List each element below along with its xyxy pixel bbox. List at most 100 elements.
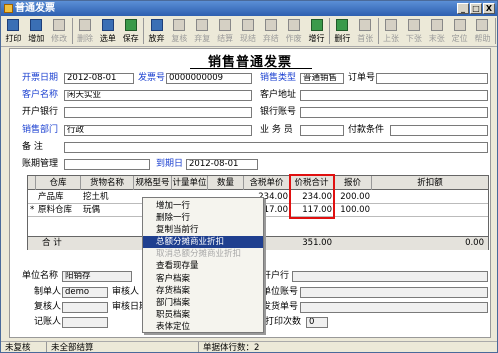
toolbar-icon xyxy=(476,19,489,31)
rechecker-field[interactable] xyxy=(62,302,108,313)
account-field[interactable] xyxy=(300,107,488,118)
col-warehouse[interactable]: 仓库 xyxy=(36,176,81,190)
menu-item-5[interactable]: 查看现存量 xyxy=(143,260,263,272)
col-unit[interactable]: 计量单位 xyxy=(172,176,208,190)
toolbar-button-9[interactable]: 结算 xyxy=(214,16,237,47)
cell-warehouse[interactable]: 产品库 xyxy=(36,191,81,203)
col-spec[interactable]: 规格型号 xyxy=(134,176,172,190)
toolbar-separator xyxy=(143,18,145,44)
toolbar-button-20[interactable]: 帮助 xyxy=(471,16,494,47)
due-date-field[interactable]: 2012-08-01 xyxy=(186,159,258,170)
salesman-field[interactable] xyxy=(300,125,344,136)
cell-quote[interactable]: 100.00 xyxy=(334,204,372,216)
note-field[interactable] xyxy=(64,142,488,153)
cell-warehouse[interactable]: 原料仓库 xyxy=(36,204,81,216)
menu-item-10[interactable]: 表体定位 xyxy=(143,321,263,333)
toolbar-icon xyxy=(124,19,137,31)
toolbar-button-13[interactable]: 增行 xyxy=(305,16,328,47)
cell-item[interactable]: 玩偶 xyxy=(81,204,134,216)
menu-item-6[interactable]: 客户档案 xyxy=(143,273,263,285)
unit-account-field[interactable] xyxy=(300,287,488,298)
toolbar-button-16[interactable]: 上张 xyxy=(380,16,403,47)
toolbar-icon xyxy=(78,19,91,31)
toolbar-label: 定位 xyxy=(451,34,468,43)
customer-field[interactable]: 闲天实业 xyxy=(64,90,252,101)
toolbar-label: 弃结 xyxy=(262,34,279,43)
bank-field[interactable] xyxy=(64,107,252,118)
menu-item-7[interactable]: 存货档案 xyxy=(143,285,263,297)
unit-name-field[interactable]: 阳销存 xyxy=(62,271,132,282)
maximize-button[interactable]: □ xyxy=(470,3,482,14)
toolbar-label: 修改 xyxy=(51,34,68,43)
toolbar-label: 删除 xyxy=(76,34,93,43)
toolbar-button-8[interactable]: 弃复 xyxy=(191,16,214,47)
rechecker-label: 复核人 xyxy=(34,302,62,312)
menu-item-8[interactable]: 部门档案 xyxy=(143,297,263,309)
toolbar-label: 下张 xyxy=(405,34,422,43)
dept-field[interactable]: 行政 xyxy=(64,125,252,136)
bookkeeper-field[interactable] xyxy=(62,317,108,328)
due-date-label: 到期日 xyxy=(156,159,184,169)
bank2-field[interactable] xyxy=(292,271,488,282)
toolbar-button-15[interactable]: 首张 xyxy=(354,16,377,47)
toolbar-label: 增行 xyxy=(308,34,325,43)
toolbar-button-14[interactable]: 删行 xyxy=(331,16,354,47)
toolbar-button-12[interactable]: 作废 xyxy=(282,16,305,47)
cell-item[interactable]: 挖土机 xyxy=(81,191,134,203)
toolbar-button-1[interactable]: 增加 xyxy=(25,16,48,47)
minimize-button[interactable]: _ xyxy=(457,3,469,14)
toolbar-separator xyxy=(328,18,330,44)
toolbar-button-18[interactable]: 末张 xyxy=(425,16,448,47)
invoice-no-field[interactable]: 0000000009 xyxy=(166,73,252,84)
window-title: 普通发票 xyxy=(15,3,55,14)
menu-item-3[interactable]: 总额分摊商业折扣 xyxy=(143,236,263,249)
col-quote[interactable]: 报价 xyxy=(334,176,372,190)
print-count-field[interactable]: 0 xyxy=(306,317,328,328)
toolbar-icon xyxy=(264,19,277,31)
menu-item-1[interactable]: 删除一行 xyxy=(143,212,263,224)
close-button[interactable]: X xyxy=(483,3,495,14)
toolbar-button-10[interactable]: 现结 xyxy=(237,16,260,47)
account-label: 银行账号 xyxy=(260,107,297,117)
toolbar-button-4[interactable]: 选单 xyxy=(96,16,119,47)
row-marker: * xyxy=(30,205,35,215)
ship-no-label: 发货单号 xyxy=(262,302,299,312)
toolbar-label: 现结 xyxy=(239,34,256,43)
sales-type-field[interactable]: 普通销售 xyxy=(300,73,344,84)
invoice-date-field[interactable]: 2012-08-01 xyxy=(64,73,134,84)
toolbar-button-3[interactable]: 删除 xyxy=(74,16,97,47)
acct-mgmt-field[interactable] xyxy=(64,159,150,170)
toolbar-button-7[interactable]: 复核 xyxy=(168,16,191,47)
customer-label: 客户名称 xyxy=(22,90,59,100)
unit-name-label: 单位名称 xyxy=(22,271,59,281)
toolbar-button-6[interactable]: 放弃 xyxy=(145,16,168,47)
col-discount[interactable]: 折扣额 xyxy=(372,176,488,190)
toolbar-button-2[interactable]: 修改 xyxy=(48,16,71,47)
ship-no-field[interactable] xyxy=(300,302,488,313)
unit-account-label: 单位账号 xyxy=(262,287,299,297)
customer-addr-label: 客户地址 xyxy=(260,90,297,100)
maker-field[interactable]: demo xyxy=(62,287,108,298)
order-no-field[interactable] xyxy=(376,73,488,84)
cell-quote[interactable]: 200.00 xyxy=(334,191,372,203)
terms-field[interactable] xyxy=(390,125,488,136)
bookkeeper-label: 记账人 xyxy=(34,317,62,327)
toolbar-button-5[interactable]: 保存 xyxy=(119,16,142,47)
menu-item-0[interactable]: 增加一行 xyxy=(143,200,263,212)
menu-item-9[interactable]: 职员档案 xyxy=(143,309,263,321)
toolbar-icon xyxy=(7,19,20,31)
menu-item-2[interactable]: 复制当前行 xyxy=(143,224,263,236)
col-item[interactable]: 货物名称 xyxy=(81,176,134,190)
toolbar-label: 增加 xyxy=(28,34,45,43)
toolbar-button-19[interactable]: 定位 xyxy=(448,16,471,47)
terms-label: 付款条件 xyxy=(348,125,385,135)
customer-addr-field[interactable] xyxy=(300,90,488,101)
toolbar-button-11[interactable]: 弃结 xyxy=(259,16,282,47)
toolbar-button-0[interactable]: 打印 xyxy=(2,16,25,47)
toolbar-button-17[interactable]: 下张 xyxy=(402,16,425,47)
maker-label: 制单人 xyxy=(34,287,62,297)
toolbar-icon xyxy=(359,19,372,31)
status-bar: 未复核 未全部结算 单据体行数：2 xyxy=(1,341,497,352)
col-price[interactable]: 含税单价 xyxy=(244,176,290,190)
col-qty[interactable]: 数量 xyxy=(208,176,244,190)
